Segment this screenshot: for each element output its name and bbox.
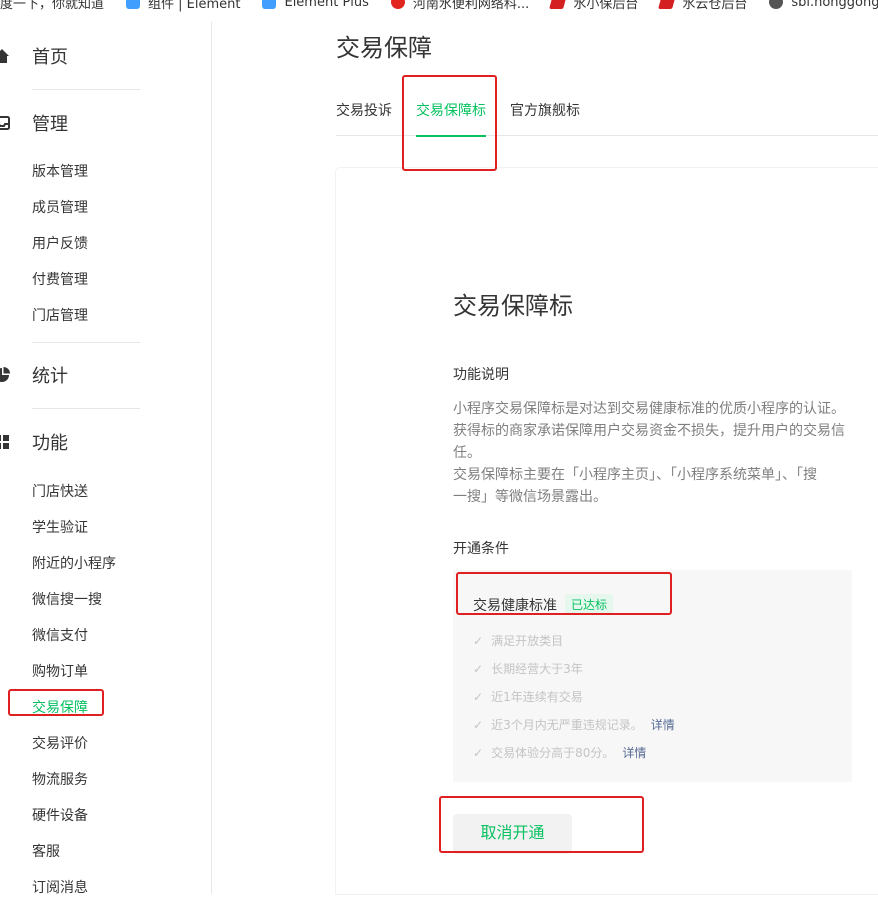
desc-line: 交易保障标主要在「小程序主页」、「小程序系统菜单」、「搜: [453, 467, 817, 483]
sidebar: [0, 22, 212, 894]
check-icon: ✓: [473, 661, 484, 676]
desc-line: 任。: [453, 445, 481, 461]
flag-icon: [658, 0, 677, 9]
inbox-icon: [0, 116, 10, 130]
detail-link[interactable]: 详情: [651, 716, 675, 733]
globe-icon: [769, 0, 784, 9]
sidebar-item-stats[interactable]: 统计: [0, 363, 68, 387]
check-icon: ✓: [473, 745, 484, 760]
status-badge: 已达标: [565, 594, 614, 615]
divider: [32, 342, 140, 343]
divider: [32, 408, 140, 409]
bookmark-shuixiaobao[interactable]: 水小保后台: [549, 0, 638, 12]
sidebar-item-logistics[interactable]: 物流服务: [32, 770, 88, 790]
sidebar-item-student-verify[interactable]: 学生验证: [32, 518, 88, 538]
condition-item: ✓ 近1年连续有交易: [473, 689, 583, 705]
sidebar-item-manage[interactable]: 管理: [0, 111, 68, 135]
detail-link[interactable]: 详情: [622, 744, 646, 761]
page-title: 交易保障: [336, 34, 432, 62]
bookmarks-bar: 度一下，你就知道 组件 | Element Element Plus 河南水便利…: [0, 0, 878, 12]
check-icon: ✓: [473, 689, 484, 704]
tab-trade-complaint[interactable]: 交易投诉: [336, 100, 392, 136]
check-icon: ✓: [473, 717, 484, 732]
conditions-label: 开通条件: [453, 541, 509, 557]
home-icon: [0, 49, 9, 63]
sidebar-item-nearby[interactable]: 附近的小程序: [32, 554, 116, 574]
function-label: 功能说明: [453, 367, 509, 383]
cancel-activation-button[interactable]: 取消开通: [453, 814, 572, 854]
site-icon: [390, 0, 405, 9]
element-icon: [262, 0, 277, 9]
condition-header: 交易健康标准 已达标: [473, 594, 614, 615]
condition-item: ✓ 长期经营大于3年: [473, 661, 583, 677]
element-icon: [126, 0, 141, 9]
sidebar-item-feedback[interactable]: 用户反馈: [32, 234, 88, 254]
sidebar-item-trade-review[interactable]: 交易评价: [32, 734, 88, 754]
bookmark-shuiyuncang[interactable]: 水云仓后台: [658, 0, 747, 12]
desc-line: 获得标的商家承诺保障用户交易资金不损失，提升用户的交易信: [453, 423, 845, 439]
sidebar-item-store-delivery[interactable]: 门店快送: [32, 482, 88, 502]
sidebar-item-payment[interactable]: 付费管理: [32, 270, 88, 290]
sidebar-item-members[interactable]: 成员管理: [32, 198, 88, 218]
condition-item: ✓ 满足开放类目: [473, 633, 564, 649]
tab-official-flagship[interactable]: 官方旗舰标: [510, 100, 580, 136]
desc-line: 一搜」等微信场景露出。: [453, 489, 607, 505]
sidebar-item-hardware[interactable]: 硬件设备: [32, 806, 88, 826]
divider: [32, 89, 140, 90]
sidebar-item-orders[interactable]: 购物订单: [32, 662, 88, 682]
check-icon: ✓: [473, 633, 484, 648]
sidebar-item-wechat-pay[interactable]: 微信支付: [32, 626, 88, 646]
sidebar-item-home[interactable]: 首页: [0, 44, 68, 68]
grid-icon: [0, 435, 9, 449]
sidebar-item-subscribe-msg[interactable]: 订阅消息: [32, 878, 88, 898]
function-description: 小程序交易保障标是对达到交易健康标准的优质小程序的认证。 获得标的商家承诺保障用…: [453, 398, 851, 508]
pie-chart-icon: [0, 367, 10, 382]
desc-line: 小程序交易保障标是对达到交易健康标准的优质小程序的认证。: [453, 401, 845, 417]
bookmark-henan[interactable]: 河南水便利网络科...: [390, 0, 529, 12]
bookmark-element[interactable]: 组件 | Element: [126, 0, 240, 12]
sidebar-item-stores[interactable]: 门店管理: [32, 306, 88, 326]
bookmark-sbl[interactable]: sbl.nonggongcha...: [769, 0, 878, 10]
sidebar-item-trade-guarantee[interactable]: 交易保障: [32, 698, 88, 718]
bookmark-element-plus[interactable]: Element Plus: [262, 0, 369, 10]
tab-bar: 交易投诉 交易保障标 官方旗舰标: [336, 92, 878, 137]
sidebar-item-customer-service[interactable]: 客服: [32, 842, 60, 862]
sidebar-item-wechat-search[interactable]: 微信搜一搜: [32, 590, 102, 610]
card-title: 交易保障标: [453, 292, 573, 320]
tab-trade-guarantee-badge[interactable]: 交易保障标: [416, 100, 486, 137]
health-standard-label: 交易健康标准: [473, 597, 557, 614]
bookmark-baidu[interactable]: 度一下，你就知道: [0, 0, 104, 12]
content-card: [336, 168, 878, 894]
sidebar-item-features[interactable]: 功能: [0, 430, 68, 454]
flag-icon: [549, 0, 568, 9]
sidebar-item-version[interactable]: 版本管理: [32, 162, 88, 182]
condition-item: ✓ 近3个月内无严重违规记录。 详情: [473, 716, 675, 733]
condition-item: ✓ 交易体验分高于80分。 详情: [473, 744, 647, 761]
